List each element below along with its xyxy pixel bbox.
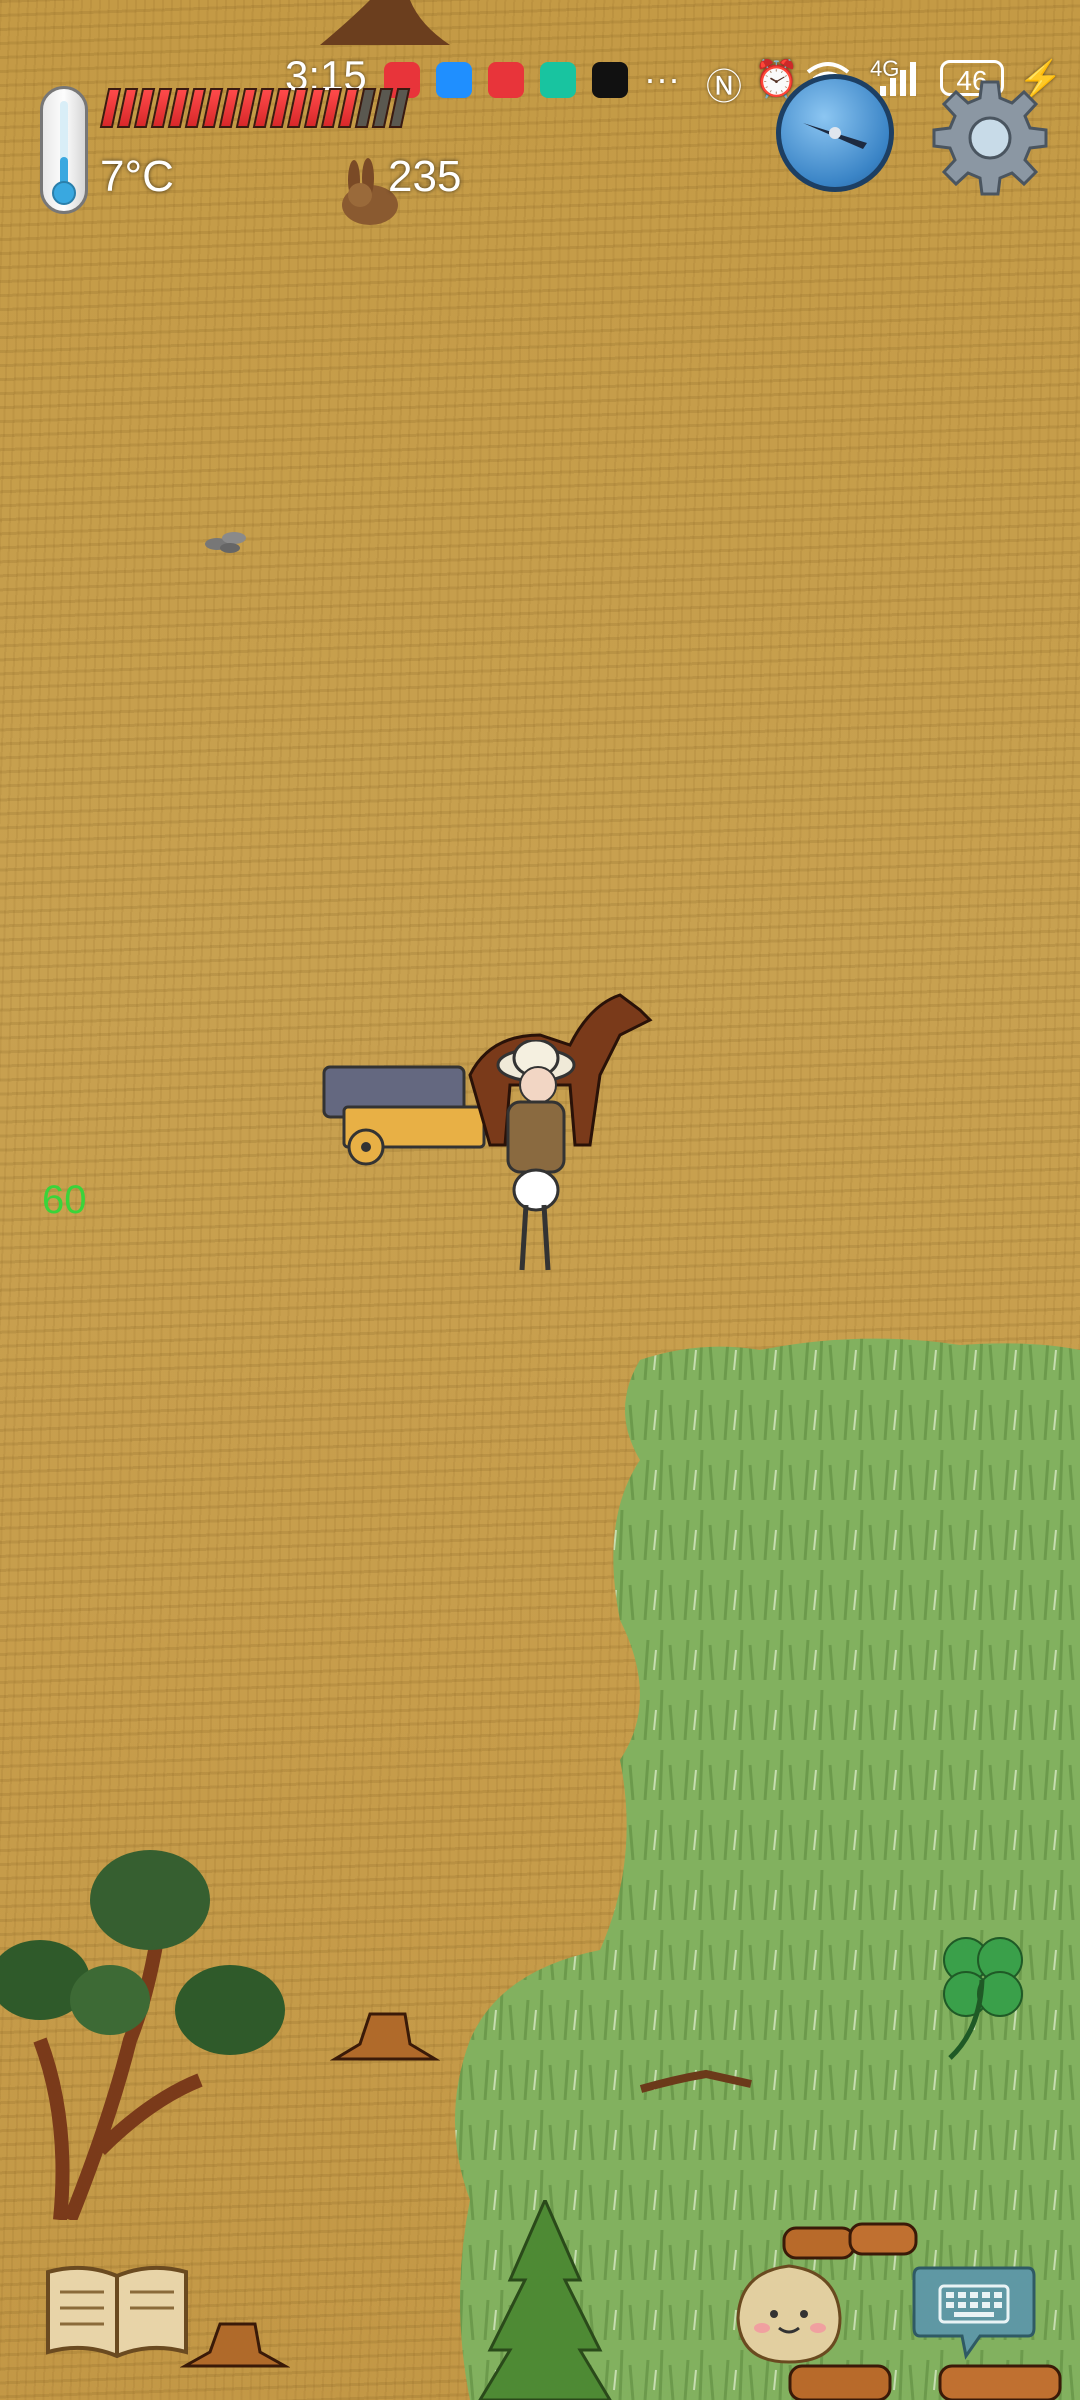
player-character[interactable] <box>478 1040 578 1280</box>
emote-face-icon[interactable] <box>734 2262 844 2366</box>
fallen-branch[interactable] <box>636 2054 756 2094</box>
four-leaf-clover-icon[interactable] <box>930 1930 1034 2060</box>
fps-counter: 60 <box>42 1178 87 1222</box>
juniper-tree[interactable] <box>0 1820 290 2220</box>
firewood-pile[interactable] <box>780 2360 1070 2400</box>
more-notifications-icon: ··· <box>644 58 680 99</box>
tree-stump[interactable] <box>330 2004 440 2064</box>
nfc-icon: Ⓝ <box>706 66 743 107</box>
gear-icon[interactable] <box>930 78 1050 198</box>
tiktok-icon <box>592 62 628 98</box>
book-icon[interactable] <box>44 2262 190 2358</box>
flint-stones[interactable] <box>202 526 252 556</box>
game-world[interactable]: 3:15 ··· Ⓝ ⏰ 4G 46 ⚡ 7°C 235 60 <box>0 0 1080 2400</box>
pine-sapling[interactable] <box>470 2200 620 2400</box>
tree-stump[interactable] <box>180 2314 290 2370</box>
yum-bonus-counter: 235 <box>388 152 462 201</box>
thermometer-icon <box>40 86 88 214</box>
security-app-icon <box>540 62 576 98</box>
keyboard-icon[interactable] <box>910 2262 1038 2360</box>
compass-icon[interactable] <box>776 74 894 192</box>
temperature-readout: 7°C <box>100 152 174 201</box>
food-meter <box>99 88 519 128</box>
